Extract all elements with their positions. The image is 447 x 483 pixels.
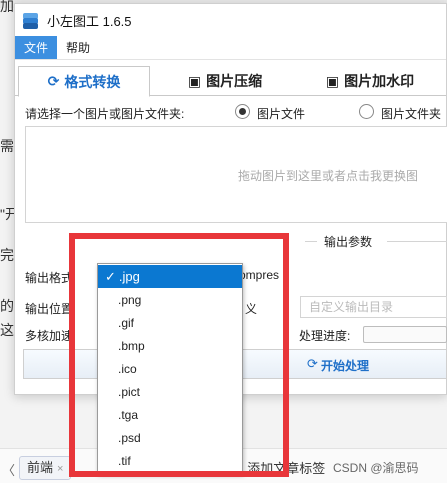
progress-label: 处理进度:: [299, 329, 351, 343]
title-bar[interactable]: 小左图工 1.6.5: [15, 4, 446, 36]
radio-image-folder-label[interactable]: 图片文件夹: [381, 105, 441, 122]
tab-label: 图片加水印: [344, 73, 415, 89]
section-divider: [387, 241, 447, 242]
output-format-label: 输出格式: [25, 271, 74, 285]
close-icon[interactable]: ×: [57, 463, 63, 475]
choose-label: 请选择一个图片或图片文件夹:: [25, 107, 185, 121]
background-text: 的: [0, 298, 14, 314]
background-text: 需: [0, 138, 14, 154]
multicore-label: 多核加速: [25, 329, 74, 343]
drop-zone-hint: 拖动图片到这里或者点击我更换图: [238, 169, 419, 183]
background-text: 完: [0, 247, 14, 263]
background-text: 这: [0, 322, 14, 338]
background-text: 加: [0, 0, 14, 14]
scroll-left-icon[interactable]: 〈: [2, 460, 15, 479]
menu-file[interactable]: 文件: [15, 36, 58, 59]
image-drop-zone[interactable]: 拖动图片到这里或者点击我更换图: [25, 126, 447, 223]
image-icon: ▣: [187, 72, 202, 89]
tab-image-watermark[interactable]: ▣ 图片加水印: [300, 66, 440, 96]
tab-label: 图片压缩: [206, 73, 263, 89]
radio-image-folder[interactable]: [359, 104, 374, 119]
start-process-label: 开始处理: [321, 359, 370, 373]
output-params-title: 输出参数: [324, 235, 373, 249]
window-title: 小左图工 1.6.5: [47, 13, 132, 29]
refresh-icon: ⟳: [47, 73, 60, 89]
progress-bar: [363, 326, 447, 343]
image-icon: ▣: [325, 72, 340, 89]
menu-help[interactable]: 帮助: [57, 36, 99, 59]
tab-image-compress[interactable]: ▣ 图片压缩: [165, 66, 285, 96]
radio-image-file[interactable]: [235, 104, 250, 119]
section-divider: [305, 241, 317, 242]
menu-bar: 文件 帮助: [15, 36, 446, 60]
refresh-icon: ⟳: [307, 356, 318, 371]
output-dir-input[interactable]: 自定义输出目录: [300, 296, 447, 318]
tag-chip-label: 前端: [27, 460, 54, 475]
tab-format-convert[interactable]: ⟳ 格式转换: [18, 66, 150, 97]
watermark: CSDN @渝思码: [333, 461, 419, 475]
tab-bar: ⟳ 格式转换 ▣ 图片压缩 ▣ 图片加水印: [15, 64, 446, 97]
highlight-box: [69, 233, 289, 477]
app-logo-icon: [22, 12, 39, 29]
source-choose-row: 请选择一个图片或图片文件夹: 图片文件 图片文件夹: [25, 104, 445, 122]
radio-image-file-label[interactable]: 图片文件: [257, 105, 305, 122]
tab-label: 格式转换: [64, 73, 121, 90]
tag-chip[interactable]: 前端 ×: [19, 456, 72, 480]
output-location-label: 输出位置: [25, 302, 74, 316]
